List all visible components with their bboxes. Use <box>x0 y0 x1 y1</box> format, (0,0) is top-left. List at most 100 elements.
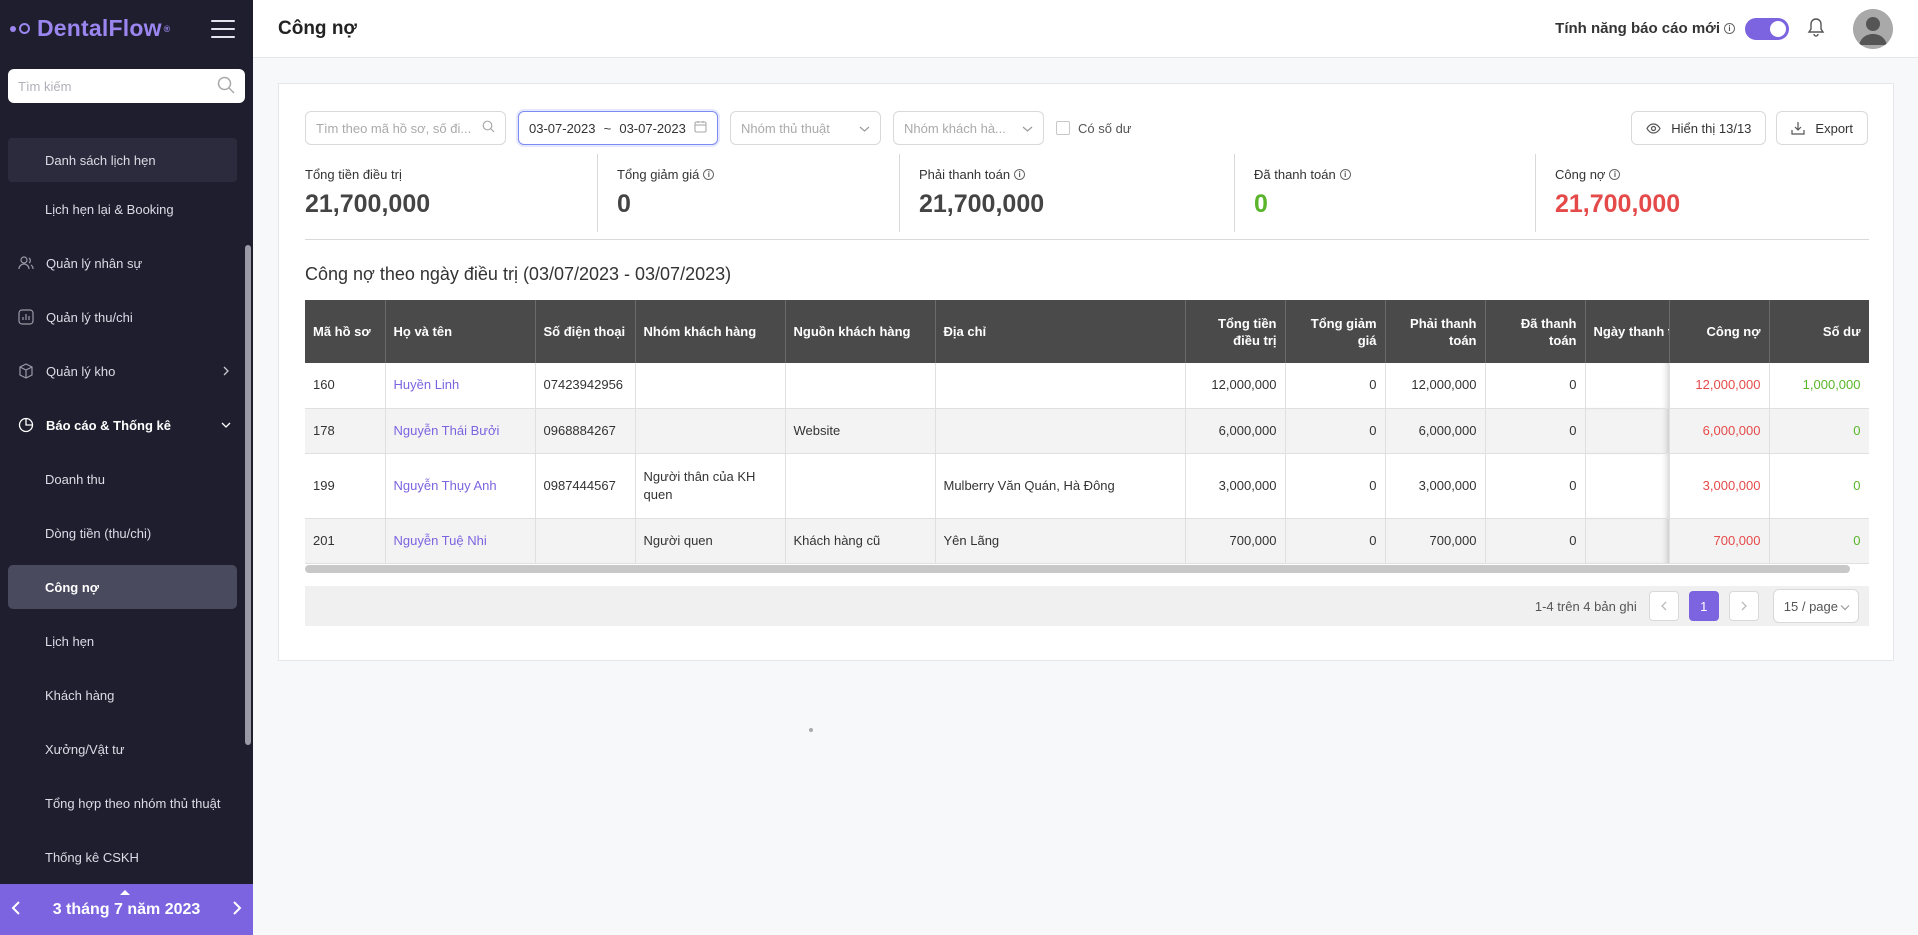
stat-debt: Công nợ i 21,700,000 <box>1535 154 1855 239</box>
current-date[interactable]: 3 tháng 7 năm 2023 <box>53 901 201 919</box>
date-to[interactable]: 03-07-2023 <box>619 121 686 136</box>
sidebar-item-label: Lịch hẹn <box>45 633 95 649</box>
date-range-picker[interactable]: 03-07-2023 ~ 03-07-2023 <box>518 111 718 145</box>
cell-payable: 3,000,000 <box>1385 453 1486 519</box>
sidebar-item-finance[interactable]: Quản lý thu/chi <box>0 290 245 344</box>
search-icon[interactable] <box>217 76 235 97</box>
cell-name-link[interactable]: Nguyễn Tuệ Nhi <box>385 518 536 564</box>
debt-report-card: Tìm theo mã hồ sơ, số đi... 03-07-2023 ~… <box>278 83 1894 661</box>
logo-mark-icon <box>10 23 34 34</box>
sidebar-item-workshop[interactable]: Xưởng/Vật tư <box>0 722 245 776</box>
sidebar-item-label: Quản lý nhân sự <box>46 255 143 271</box>
stat-value: 21,700,000 <box>305 190 431 218</box>
sidebar-item-label: Tổng hợp theo nhóm thủ thuật <box>45 795 221 811</box>
export-button[interactable]: Export <box>1776 111 1868 145</box>
sidebar-item-cashflow[interactable]: Dòng tiền (thu/chi) <box>0 506 245 560</box>
table-row[interactable]: 199 Nguyễn Thụy Anh 0987444567 Người thâ… <box>305 453 1869 519</box>
has-balance-checkbox[interactable]: Có số dư <box>1056 121 1132 136</box>
col-header-full-name[interactable]: Họ và tên <box>385 300 536 363</box>
col-header-discount[interactable]: Tổng giảm giá <box>1285 300 1386 363</box>
cell-paid: 0 <box>1485 453 1586 519</box>
info-icon[interactable]: i <box>1339 169 1351 180</box>
sidebar-item-customers[interactable]: Khách hàng <box>0 668 245 722</box>
cell-debt: 6,000,000 <box>1669 408 1770 454</box>
new-report-feature-label: Tính năng báo cáo mới <box>1555 20 1720 37</box>
table-row[interactable]: 160 Huyền Linh 07423942956 12,000,000 0 … <box>305 363 1869 409</box>
sidebar-item-revenue[interactable]: Doanh thu <box>0 452 245 506</box>
summary-stats: Tổng tiền điều trị 21,700,000 Tổng giảm … <box>305 154 1869 240</box>
sidebar-item-label: Danh sách lịch hẹn <box>45 152 156 168</box>
cell-balance: 0 <box>1769 408 1869 454</box>
sidebar-item-appointment-list[interactable]: Danh sách lịch hẹn <box>8 138 237 182</box>
page-button-current[interactable]: 1 <box>1688 591 1719 621</box>
cell-name-link[interactable]: Huyền Linh <box>385 363 536 409</box>
table-horizontal-scrollbar[interactable] <box>305 565 1850 573</box>
page-title: Công nợ <box>278 17 357 39</box>
sidebar-item-customer-care[interactable]: Thống kê CSKH <box>0 830 245 884</box>
info-icon[interactable]: i <box>1609 169 1621 180</box>
checkbox-box[interactable] <box>1056 121 1070 135</box>
col-header-total[interactable]: Tổng tiền điều trị <box>1185 300 1286 363</box>
next-page-button[interactable] <box>1728 591 1759 621</box>
cell-discount: 0 <box>1285 363 1386 409</box>
cell-customer-group <box>635 363 786 409</box>
app-logo[interactable]: DentalFlow ® <box>10 15 171 42</box>
bell-icon[interactable] <box>1807 17 1825 40</box>
next-date-button[interactable] <box>231 900 243 919</box>
col-header-payable[interactable]: Phải thanh toán <box>1385 300 1486 363</box>
sidebar-item-appointments[interactable]: Lịch hẹn <box>0 614 245 668</box>
cell-last-payment <box>1585 408 1670 454</box>
sidebar-item-reports[interactable]: Báo cáo & Thống kê <box>0 398 245 452</box>
hamburger-menu-icon[interactable] <box>211 19 235 38</box>
stat-value: 0 <box>1254 190 1268 218</box>
cell-total: 3,000,000 <box>1185 453 1286 519</box>
caret-up-icon[interactable] <box>120 890 130 895</box>
sidebar-search-input[interactable] <box>18 78 217 94</box>
col-header-address[interactable]: Địa chỉ <box>935 300 1186 363</box>
cell-balance: 1,000,000 <box>1769 363 1869 409</box>
page-size-select[interactable]: 15 / page <box>1772 589 1859 623</box>
date-from[interactable]: 03-07-2023 <box>529 121 596 136</box>
customer-group-select[interactable]: Nhóm khách hà... <box>893 111 1044 145</box>
col-header-customer-group[interactable]: Nhóm khách hàng <box>635 300 786 363</box>
sidebar-item-procedure-summary[interactable]: Tổng hợp theo nhóm thủ thuật <box>0 776 245 830</box>
record-search-field[interactable]: Tìm theo mã hồ sơ, số đi... <box>305 111 506 145</box>
sidebar-item-label: Dòng tiền (thu/chi) <box>45 525 152 541</box>
table-row[interactable]: 178 Nguyễn Thái Bưởi 0968884267 Website … <box>305 408 1869 454</box>
sidebar-item-rebooking[interactable]: Lịch hẹn lại & Booking <box>0 182 245 236</box>
col-header-last-payment[interactable]: Ngày thanh toán gần nhất <box>1585 300 1670 363</box>
sidebar-item-debt[interactable]: Công nợ <box>8 565 237 609</box>
info-icon[interactable]: i <box>703 169 715 180</box>
table-row[interactable]: 201 Nguyễn Tuệ Nhi Người quen Khách hàng… <box>305 518 1869 564</box>
new-report-toggle[interactable] <box>1745 17 1789 40</box>
cell-debt: 700,000 <box>1669 518 1770 564</box>
sidebar-scrollbar[interactable] <box>245 245 251 745</box>
sidebar-item-label: Xưởng/Vật tư <box>45 741 125 757</box>
prev-page-button[interactable] <box>1648 591 1679 621</box>
cell-discount: 0 <box>1285 518 1386 564</box>
stat-label: Công nợ <box>1555 167 1606 182</box>
col-header-paid[interactable]: Đã thanh toán <box>1485 300 1586 363</box>
col-header-customer-source[interactable]: Nguồn khách hàng <box>785 300 936 363</box>
display-columns-button[interactable]: Hiển thị 13/13 <box>1631 111 1767 145</box>
avatar[interactable] <box>1853 8 1893 49</box>
cell-name-link[interactable]: Nguyễn Thái Bưởi <box>385 408 536 454</box>
sidebar-item-staff[interactable]: Quản lý nhân sự <box>0 236 245 290</box>
info-icon[interactable]: i <box>1724 23 1735 34</box>
col-header-debt[interactable]: Công nợ <box>1669 300 1770 363</box>
cell-name-link[interactable]: Nguyễn Thụy Anh <box>385 453 536 519</box>
calendar-icon <box>694 120 707 136</box>
col-header-phone[interactable]: Số điện thoại <box>535 300 636 363</box>
prev-date-button[interactable] <box>10 900 22 919</box>
col-header-balance[interactable]: Số dư <box>1769 300 1869 363</box>
cell-record-id: 201 <box>305 518 386 564</box>
filter-bar: Tìm theo mã hồ sơ, số đi... 03-07-2023 ~… <box>305 111 1132 145</box>
debt-table: Mã hồ sơ Họ và tên Số điện thoại Nhóm kh… <box>305 300 1869 564</box>
col-header-record-id[interactable]: Mã hồ sơ <box>305 300 386 363</box>
info-icon[interactable]: i <box>1014 169 1026 180</box>
procedure-group-select[interactable]: Nhóm thủ thuật <box>730 111 881 145</box>
cell-last-payment <box>1585 363 1670 409</box>
cell-debt: 3,000,000 <box>1669 453 1770 519</box>
sidebar-item-inventory[interactable]: Quản lý kho <box>0 344 245 398</box>
cell-debt: 12,000,000 <box>1669 363 1770 409</box>
